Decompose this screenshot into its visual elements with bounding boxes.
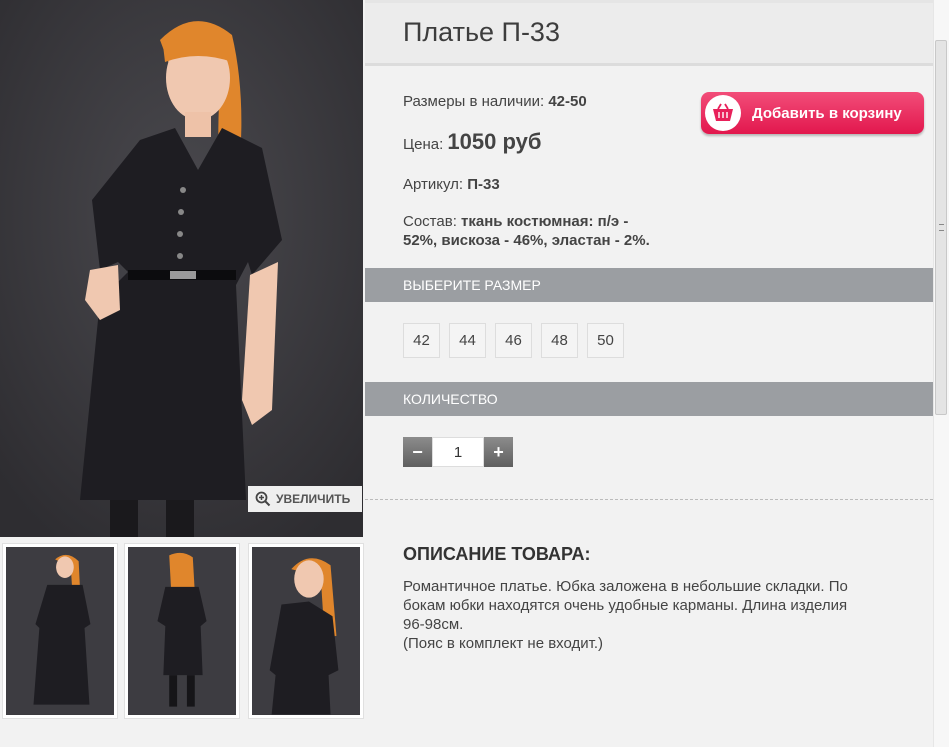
description-line: Романтичное платье. Юбка заложена в небо…	[403, 578, 848, 595]
sizes-available: Размеры в наличии: 42-50	[403, 93, 587, 110]
sizes-available-value: 42-50	[548, 93, 587, 110]
thumbnail-front[interactable]	[2, 543, 118, 719]
thumbnail-back-image	[128, 547, 236, 715]
size-option-48[interactable]: 48	[541, 323, 578, 358]
size-section-header: ВЫБЕРИТЕ РАЗМЕР	[365, 268, 933, 302]
description-text: Романтичное платье. Юбка заложена в небо…	[403, 577, 903, 653]
zoom-button-label: УВЕЛИЧИТЬ	[276, 492, 351, 506]
zoom-button[interactable]: УВЕЛИЧИТЬ	[248, 486, 362, 512]
divider	[365, 499, 933, 500]
basket-icon	[705, 95, 741, 131]
composition: Состав: ткань костюмная: п/э - 52%, виск…	[403, 212, 650, 250]
description-line: (Пояс в комплект не входит.)	[403, 635, 604, 652]
thumbnail-side-image	[252, 547, 360, 715]
quantity-stepper: − +	[403, 437, 513, 467]
size-option-46[interactable]: 46	[495, 323, 532, 358]
quantity-decrease-button[interactable]: −	[403, 437, 432, 467]
price: Цена: 1050 руб	[403, 129, 541, 155]
size-option-50[interactable]: 50	[587, 323, 624, 358]
thumbnail-side[interactable]	[248, 543, 364, 719]
article-label: Артикул:	[403, 176, 464, 193]
size-option-42[interactable]: 42	[403, 323, 440, 358]
composition-value-line2: 52%, вискоза - 46%, эластан - 2%.	[403, 232, 650, 249]
size-options: 42 44 46 48 50	[403, 323, 624, 358]
thumbnail-front-image	[6, 547, 114, 715]
composition-value-line1: ткань костюмная: п/э -	[461, 213, 629, 230]
add-to-cart-button[interactable]: Добавить в корзину	[701, 92, 924, 134]
scrollbar-grip-icon	[938, 224, 944, 231]
quantity-input[interactable]	[432, 437, 484, 467]
thumbnail-back[interactable]	[124, 543, 240, 719]
add-to-cart-label: Добавить в корзину	[752, 104, 902, 122]
scrollbar-thumb[interactable]	[935, 40, 947, 415]
price-label: Цена:	[403, 136, 444, 153]
composition-label: Состав:	[403, 213, 457, 230]
product-photo-model	[0, 0, 363, 537]
quantity-increase-button[interactable]: +	[484, 437, 513, 467]
article: Артикул: П-33	[403, 176, 500, 193]
description-line: 96-98см.	[403, 616, 464, 633]
zoom-in-icon	[255, 491, 271, 507]
product-title-bar: Платье П-33	[365, 0, 933, 66]
thumbnail-strip	[0, 543, 364, 721]
quantity-section-header: КОЛИЧЕСТВО	[365, 382, 933, 416]
description-line: бокам юбки находятся очень удобные карма…	[403, 597, 848, 614]
main-product-photo[interactable]: УВЕЛИЧИТЬ	[0, 0, 363, 537]
price-value: 1050 руб	[447, 129, 542, 154]
article-value: П-33	[467, 176, 500, 193]
size-option-44[interactable]: 44	[449, 323, 486, 358]
sizes-available-label: Размеры в наличии:	[403, 93, 545, 110]
description-title: ОПИСАНИЕ ТОВАРА:	[403, 544, 591, 564]
page-title: Платье П-33	[403, 17, 560, 47]
